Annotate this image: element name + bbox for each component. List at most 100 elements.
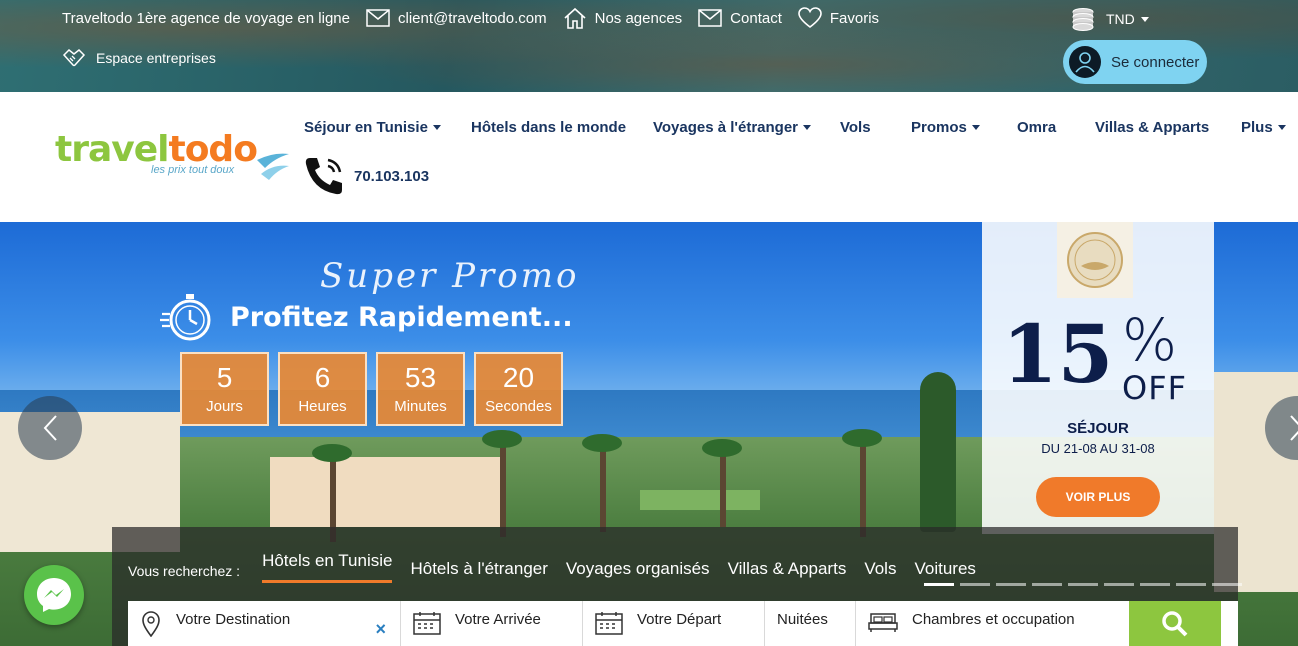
favorites-link[interactable]: Favoris <box>798 7 879 29</box>
nights-field[interactable]: Nuitées <box>765 601 856 646</box>
carousel-dot[interactable] <box>1212 583 1242 586</box>
promo-card: 15 % OFF SÉJOUR DU 21-08 AU 31-08 VOIR P… <box>982 222 1214 534</box>
nav-omra[interactable]: Omra <box>1017 119 1056 136</box>
hero-palm <box>842 429 882 447</box>
bed-icon <box>868 613 898 632</box>
hero-palm <box>482 430 522 448</box>
countdown-hours: 6 Heures <box>278 352 367 426</box>
rooms-occupancy-field[interactable]: Chambres et occupation <box>856 601 1129 646</box>
promo-title: Profitez Rapidement... <box>230 301 573 333</box>
carousel-dot[interactable] <box>1068 583 1098 586</box>
destination-label: Votre Destination <box>176 611 291 628</box>
main-nav: Séjour en Tunisie Hôtels dans le monde V… <box>0 119 1298 143</box>
carousel-dot[interactable] <box>1140 583 1170 586</box>
arrival-label: Votre Arrivée <box>455 611 541 628</box>
promo-off: OFF <box>1122 369 1187 407</box>
top-bar: Traveltodo 1ère agence de voyage en lign… <box>0 0 1298 92</box>
tab-hotels-tunisie[interactable]: Hôtels en Tunisie <box>262 551 393 583</box>
nights-label: Nuitées <box>777 611 828 628</box>
login-button[interactable]: Se connecter <box>1063 40 1207 84</box>
phone-icon <box>305 158 342 195</box>
countdown-minutes: 53 Minutes <box>376 352 465 426</box>
favorites-text: Favoris <box>829 9 880 27</box>
hotel-seal <box>1057 222 1133 298</box>
hero-banner: Super Promo Profitez Rapidement... 5 Jour… <box>0 222 1298 646</box>
calendar-icon <box>595 612 623 635</box>
search-tabs: Vous recherchez : Hôtels en Tunisie Hôte… <box>128 551 994 583</box>
carousel-dot[interactable] <box>996 583 1026 586</box>
nav-plus[interactable]: Plus <box>1241 119 1286 136</box>
search-icon <box>1162 610 1188 636</box>
hero-palm <box>600 442 606 532</box>
hero-building <box>270 457 500 527</box>
promo-percent: 15 <box>1002 307 1114 401</box>
phone-link[interactable]: 70.103.103 <box>302 154 429 198</box>
nav-voyages-etranger[interactable]: Voyages à l'étranger <box>653 119 812 136</box>
carousel-dot[interactable] <box>1104 583 1134 586</box>
agencies-text: Nos agences <box>594 9 683 27</box>
tab-voyages-organises[interactable]: Voyages organisés <box>566 559 710 579</box>
carousel-prev-button[interactable] <box>18 396 82 460</box>
promo-percent-sign: % <box>1122 306 1178 374</box>
carousel-dot[interactable] <box>960 583 990 586</box>
logo-slogan: les prix tout doux <box>151 164 235 176</box>
departure-date-field[interactable]: Votre Départ <box>583 601 765 646</box>
chevron-left-icon <box>43 415 57 441</box>
tab-voitures[interactable]: Voitures <box>914 559 975 579</box>
destination-field[interactable]: Votre Destination × <box>128 601 401 646</box>
search-lead: Vous recherchez : <box>128 563 241 579</box>
user-icon <box>1069 46 1101 78</box>
heart-icon <box>798 7 822 29</box>
nav-villas-apparts[interactable]: Villas & Apparts <box>1095 119 1209 136</box>
chevron-down-icon <box>432 125 441 130</box>
currency-selector[interactable]: TND <box>1070 6 1149 32</box>
chevron-down-icon <box>1277 125 1286 130</box>
hero-pine <box>920 372 956 532</box>
search-form: Votre Destination × Votre Arrivée Votre … <box>128 601 1238 646</box>
clear-icon[interactable]: × <box>375 619 386 640</box>
promo-headline: Super Promo Profitez Rapidement... <box>160 256 576 344</box>
countdown-days: 5 Jours <box>180 352 269 426</box>
carousel-dot[interactable] <box>1176 583 1206 586</box>
countdown-seconds: 20 Secondes <box>474 352 563 426</box>
chevron-down-icon <box>803 125 812 130</box>
messenger-chat-button[interactable] <box>24 565 84 625</box>
tagline: Traveltodo 1ère agence de voyage en lign… <box>62 9 350 27</box>
main-header: traveltodo les prix tout doux Séjour en … <box>0 92 1298 222</box>
promo-dates: DU 21-08 AU 31-08 <box>1041 441 1155 456</box>
arrival-date-field[interactable]: Votre Arrivée <box>401 601 583 646</box>
carousel-dot[interactable] <box>1032 583 1062 586</box>
mail-icon <box>698 9 722 27</box>
handshake-icon <box>62 48 86 67</box>
email-link[interactable]: client@traveltodo.com <box>366 9 547 27</box>
business-link[interactable]: Espace entreprises <box>62 47 216 69</box>
currency-value: TND <box>1106 11 1135 27</box>
tab-hotels-etranger[interactable]: Hôtels à l'étranger <box>410 559 547 579</box>
messenger-icon <box>37 578 71 612</box>
promo-see-more-button[interactable]: VOIR PLUS <box>1036 477 1160 517</box>
carousel-dot[interactable] <box>924 583 954 586</box>
nav-vols[interactable]: Vols <box>840 119 871 136</box>
hero-lawn <box>640 490 760 510</box>
stopwatch-icon <box>160 294 211 341</box>
nav-hotels-monde[interactable]: Hôtels dans le monde <box>471 119 626 136</box>
chevron-down-icon <box>1140 16 1149 22</box>
hero-palm <box>720 447 726 527</box>
map-pin-icon <box>142 611 160 637</box>
departure-label: Votre Départ <box>637 611 722 628</box>
nav-promos[interactable]: Promos <box>911 119 980 136</box>
email-text: client@traveltodo.com <box>397 9 547 27</box>
tab-vols[interactable]: Vols <box>864 559 896 579</box>
tab-villas-apparts[interactable]: Villas & Apparts <box>728 559 847 579</box>
promo-script-title: Super Promo <box>320 256 580 296</box>
search-button[interactable] <box>1129 601 1221 646</box>
hero-palm <box>702 439 742 457</box>
agencies-link[interactable]: Nos agences <box>563 7 683 29</box>
contact-link[interactable]: Contact <box>698 9 782 27</box>
top-links: Traveltodo 1ère agence de voyage en lign… <box>62 6 895 30</box>
contact-text: Contact <box>730 9 782 27</box>
nav-sejour-tunisie[interactable]: Séjour en Tunisie <box>304 119 441 136</box>
home-icon <box>564 7 586 29</box>
hero-palm <box>312 444 352 462</box>
coins-icon <box>1072 8 1094 31</box>
